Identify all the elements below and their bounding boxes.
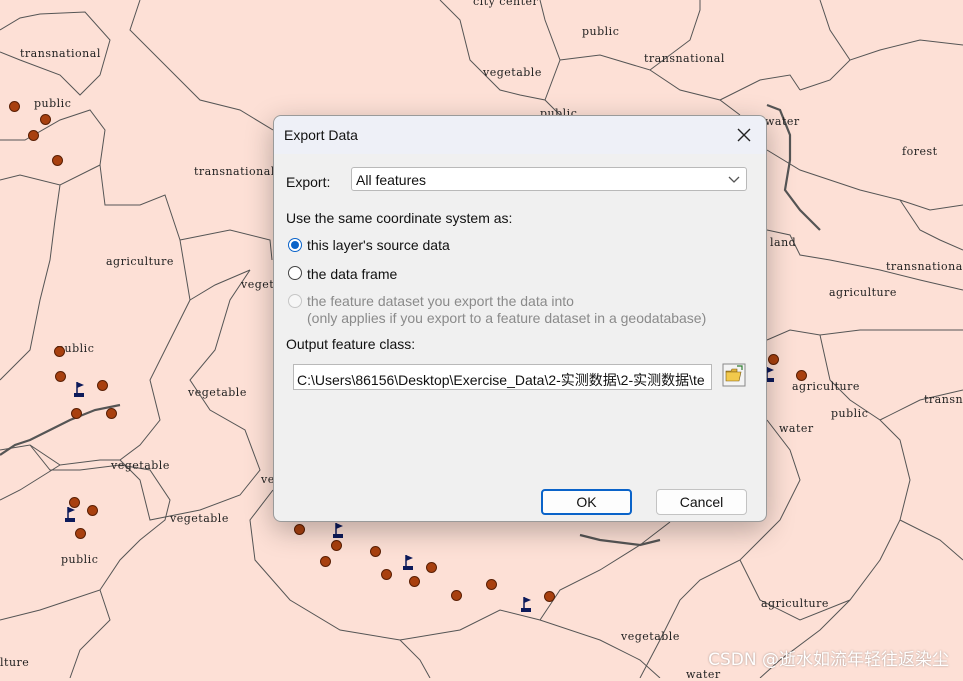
map-label: public [34,97,72,110]
map-point [71,408,82,419]
map-point [52,155,63,166]
map-label: transn [924,393,963,406]
coord-system-label: Use the same coordinate system as: [286,210,513,226]
output-feature-class-label: Output feature class: [286,336,416,352]
browse-button[interactable] [722,363,746,387]
output-path-value: C:\Users\86156\Desktop\Exercise_Data\2-实… [297,372,705,388]
close-button[interactable] [722,116,766,154]
map-label: agriculture [106,255,174,268]
export-dropdown-value: All features [356,172,427,188]
map-label: public [61,553,99,566]
map-point [40,114,51,125]
map-label: lture [0,656,30,669]
map-point [486,579,497,590]
export-data-dialog: Export Data Export: All features Use the… [273,115,767,522]
map-point [544,591,555,602]
watermark-text: CSDN @逝水如流年轻往返染尘 [708,650,949,670]
map-label: water [765,115,800,128]
map-point [55,371,66,382]
ok-button[interactable]: OK [541,489,632,515]
map-point [426,562,437,573]
flag-icon [521,597,531,612]
map-point [768,354,779,365]
map-label: land [770,236,797,249]
map-point [409,576,420,587]
export-label: Export: [286,174,331,190]
map-label: forest [902,145,938,158]
flag-icon [74,382,84,397]
cancel-button[interactable]: Cancel [656,489,747,515]
map-label: water [779,422,814,435]
open-folder-icon [722,363,746,387]
map-label: vegetable [188,386,247,399]
map-point [294,524,305,535]
radio-source-data[interactable] [288,238,302,252]
map-label: transnational [194,165,275,178]
map-label: vegetable [111,459,170,472]
map-point [320,556,331,567]
output-path-field[interactable]: C:\Users\86156\Desktop\Exercise_Data\2-实… [293,364,712,390]
radio-data-frame-label[interactable]: the data frame [307,266,397,282]
map-label: city center [473,0,539,8]
map-point [106,408,117,419]
map-point [97,380,108,391]
map-point [28,130,39,141]
map-point [451,590,462,601]
radio-feature-dataset [288,294,302,308]
map-label: vegetable [170,512,229,525]
map-point [54,346,65,357]
map-label: agriculture [761,597,829,610]
map-label: agriculture [829,286,897,299]
map-point [370,546,381,557]
map-label: public [582,25,620,38]
flag-icon [65,507,75,522]
map-label: transnational [886,260,963,273]
flag-icon [333,523,343,538]
map-label: public [831,407,869,420]
map-point [796,370,807,381]
radio-feature-dataset-note: (only applies if you export to a feature… [307,310,707,326]
export-dropdown[interactable]: All features [351,167,747,191]
radio-source-data-label[interactable]: this layer's source data [307,237,450,253]
map-point [381,569,392,580]
close-icon [737,128,751,142]
map-label: transnational [20,47,101,60]
map-label: vegetable [483,66,542,79]
map-label: transnational [644,52,725,65]
map-point [87,505,98,516]
radio-data-frame[interactable] [288,266,302,280]
map-point [331,540,342,551]
chevron-down-icon [728,176,740,183]
map-point [75,528,86,539]
map-label: vegetable [621,630,680,643]
flag-icon [403,555,413,570]
dialog-titlebar[interactable]: Export Data [274,116,766,154]
dialog-title: Export Data [284,127,358,143]
map-label: agriculture [792,380,860,393]
radio-feature-dataset-label: the feature dataset you export the data … [307,293,574,309]
map-point [9,101,20,112]
